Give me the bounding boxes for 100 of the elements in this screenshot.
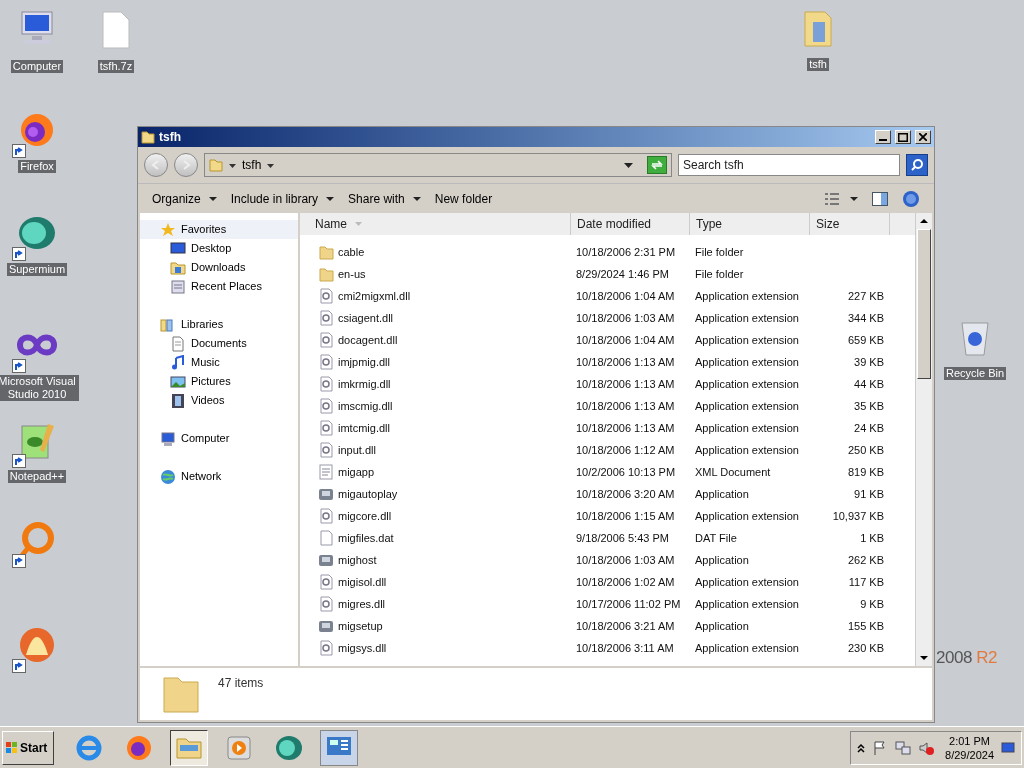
file-name[interactable]: migfiles.dat: [338, 529, 394, 547]
monitor-icon: [170, 240, 186, 257]
file-name[interactable]: migcore.dll: [338, 507, 392, 525]
file-name[interactable]: mighost: [338, 551, 377, 569]
nav-item[interactable]: Desktop: [140, 239, 298, 258]
table-cell-text: 91 KB: [854, 486, 884, 502]
toolbar-button[interactable]: Include in library: [230, 189, 335, 208]
gear-page-icon: [318, 596, 334, 612]
folder-icon: [318, 266, 334, 282]
clock-time[interactable]: 2:01 PM: [949, 733, 990, 748]
nav-item[interactable]: Music: [140, 353, 298, 372]
table-cell-text: 10/18/2006 3:21 AM: [575, 618, 676, 634]
close-icon: [919, 133, 927, 141]
file-name[interactable]: migsys.dll: [338, 639, 387, 657]
toolbar-button[interactable]: Organize: [152, 189, 217, 208]
file-name[interactable]: input.dll: [338, 441, 376, 459]
search-button[interactable]: [906, 154, 928, 176]
file-name[interactable]: imjpmig.dll: [338, 353, 390, 371]
nav-item[interactable]: Pictures: [140, 372, 298, 391]
file-name[interactable]: migsetup: [338, 617, 383, 635]
toolbar-button[interactable]: Share with: [348, 189, 421, 208]
caret-icon[interactable]: [850, 195, 858, 202]
desktop-icon-label[interactable]: Supermium: [6, 263, 68, 276]
file-name[interactable]: migapp: [338, 463, 375, 481]
show-desktop-icon[interactable]: [1001, 740, 1015, 755]
table-cell-text: Application extension: [694, 442, 800, 458]
file-name[interactable]: docagent.dll: [338, 331, 398, 349]
gear-page-icon: [318, 310, 334, 326]
breadcrumb-item[interactable]: tsfh: [242, 156, 262, 174]
table-cell-text: Application extension: [694, 640, 800, 656]
file-name[interactable]: csiagent.dll: [338, 309, 394, 327]
speaker-muted-icon[interactable]: [918, 739, 935, 756]
table-cell-text: Application extension: [694, 376, 800, 392]
desktop-icon-label[interactable]: Firefox: [18, 160, 56, 173]
file-name[interactable]: imkrmig.dll: [338, 375, 391, 393]
address-bar[interactable]: tsfh: [204, 153, 672, 177]
nav-item[interactable]: Favorites: [140, 220, 298, 239]
file-name[interactable]: migisol.dll: [338, 573, 387, 591]
dropdown-caret-icon[interactable]: [624, 161, 633, 169]
column-header[interactable]: Type: [690, 213, 810, 235]
column-header[interactable]: Name: [300, 213, 571, 235]
chevron-up-icon[interactable]: [857, 742, 866, 753]
clock-date[interactable]: 8/29/2024: [945, 747, 994, 762]
table-cell-text: Application extension: [694, 596, 800, 612]
sort-caret-icon: [355, 222, 362, 226]
table-cell-text: XML Document: [694, 464, 772, 480]
refresh-button[interactable]: [647, 156, 667, 174]
column-header[interactable]: Date modified: [571, 213, 690, 235]
back-button[interactable]: [144, 153, 168, 177]
file-name[interactable]: cmi2migxml.dll: [338, 287, 411, 305]
maximize-icon: [898, 132, 908, 142]
maximize-button[interactable]: [895, 130, 911, 144]
close-button[interactable]: [915, 130, 931, 144]
refresh-arrows-icon: [650, 159, 664, 171]
help-icon[interactable]: [902, 189, 920, 208]
nav-item[interactable]: Libraries: [140, 315, 298, 334]
file-name[interactable]: migautoplay: [338, 485, 398, 503]
caret-icon: [412, 195, 421, 202]
search-field[interactable]: Search tsfh: [678, 154, 900, 176]
column-header[interactable]: Size: [810, 213, 890, 235]
table-cell-text: 230 KB: [847, 640, 884, 656]
file-name[interactable]: migres.dll: [338, 595, 386, 613]
table-cell-text: File folder: [694, 266, 745, 282]
desktop-icon-label[interactable]: tsfh: [807, 58, 829, 71]
desktop-icon-label[interactable]: Notepad++: [7, 470, 67, 483]
scroll-thumb[interactable]: [917, 229, 931, 379]
preview-pane-icon[interactable]: [872, 191, 888, 206]
gear-page-icon: [318, 640, 334, 656]
minimize-button[interactable]: [875, 130, 891, 144]
desktop-icon-label[interactable]: Recycle Bin: [943, 367, 1007, 380]
nav-item[interactable]: Downloads: [140, 258, 298, 277]
nav-item[interactable]: Videos: [140, 391, 298, 410]
table-cell-text: 10/18/2006 1:13 AM: [575, 354, 676, 370]
nav-item[interactable]: Computer: [140, 429, 298, 448]
table-cell-text: 10/18/2006 2:31 PM: [575, 244, 677, 260]
file-name[interactable]: en-us: [338, 265, 366, 283]
table-cell-text: Application extension: [694, 288, 800, 304]
file-name[interactable]: imtcmig.dll: [338, 419, 390, 437]
nav-item[interactable]: Documents: [140, 334, 298, 353]
scrollbar[interactable]: [915, 213, 932, 666]
nav-item[interactable]: Network: [140, 467, 298, 486]
toolbar-button[interactable]: New folder: [434, 189, 493, 208]
nav-item[interactable]: Recent Places: [140, 277, 298, 296]
table-cell-text: 10/18/2006 1:03 AM: [575, 552, 676, 568]
forward-button[interactable]: [174, 153, 198, 177]
network-icon[interactable]: [895, 739, 912, 756]
desktop-icon-label[interactable]: Microsoft Visual Studio 2010: [0, 375, 79, 401]
folder-icon: [162, 674, 200, 714]
windows-flag-icon: [6, 741, 18, 754]
table-cell-text: 8/29/2024 1:46 PM: [575, 266, 670, 282]
start-button[interactable]: Start: [2, 730, 54, 765]
view-list-icon[interactable]: [824, 191, 840, 206]
file-name[interactable]: imscmig.dll: [338, 397, 393, 415]
search-icon: [910, 158, 924, 172]
taskbar-button[interactable]: [170, 729, 208, 766]
gear-page-icon: [318, 354, 334, 370]
desktop-icon-label[interactable]: tsfh.7z: [97, 60, 135, 73]
taskbar-button[interactable]: [320, 729, 358, 766]
desktop-icon-label[interactable]: Computer: [10, 60, 64, 73]
file-name[interactable]: cable: [338, 243, 365, 261]
